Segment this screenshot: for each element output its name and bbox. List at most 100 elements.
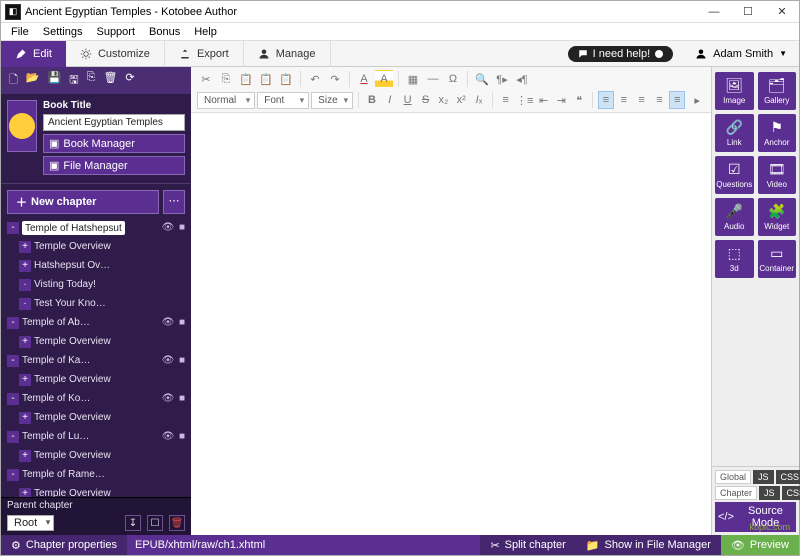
menu-settings[interactable]: Settings <box>37 26 89 38</box>
chapter-chip[interactable]: Chapter <box>715 486 757 500</box>
minimize-button[interactable]: — <box>697 1 731 23</box>
font-select[interactable]: Font <box>257 92 309 109</box>
number-list-button[interactable]: ≡ <box>498 91 514 109</box>
subscript-button[interactable]: x₂ <box>435 91 451 109</box>
save-as-icon[interactable]: 🖫 <box>69 71 78 90</box>
strike-button[interactable]: S <box>418 91 434 109</box>
chapter-row[interactable]: +Temple Overview <box>3 446 189 465</box>
parent-chapter-select[interactable]: Root <box>7 515 54 531</box>
expand-icon[interactable]: + <box>19 450 31 462</box>
editor-canvas[interactable] <box>191 113 711 535</box>
source-mode-button[interactable]: </>Source Mode <box>715 502 796 532</box>
new-chapter-button[interactable]: ＋New chapter <box>7 190 159 214</box>
expand-icon[interactable]: + <box>19 336 31 348</box>
global-chip[interactable]: Global <box>715 470 751 484</box>
align-full-button[interactable]: ≡ <box>669 91 685 109</box>
paste-icon[interactable]: 📋 <box>237 70 255 88</box>
tab-edit[interactable]: Edit <box>1 41 66 67</box>
expand-icon[interactable]: - <box>7 469 19 481</box>
sidebar-delete[interactable]: 🗑 <box>169 515 185 531</box>
sidebar-action-1[interactable]: ↧ <box>125 515 141 531</box>
menu-file[interactable]: File <box>5 26 35 38</box>
italic-button[interactable]: I <box>382 91 398 109</box>
insert-gallery-button[interactable]: 🗂Gallery <box>758 72 797 110</box>
insert-3d-button[interactable]: ⬚3d <box>715 240 754 278</box>
table-icon[interactable]: ▦ <box>404 70 422 88</box>
find-icon[interactable]: 🔍 <box>473 70 491 88</box>
chapter-row[interactable]: +Temple Overview <box>3 237 189 256</box>
tab-manage[interactable]: Manage <box>244 41 331 67</box>
menu-support[interactable]: Support <box>90 26 141 38</box>
chapter-row[interactable]: -Temple of Luxor👁■ <box>3 427 189 446</box>
new-chapter-more-button[interactable]: ⋯ <box>163 190 185 214</box>
rtl-icon[interactable]: ◂¶ <box>513 70 531 88</box>
chapter-row[interactable]: -Temple of Karnak👁■ <box>3 351 189 370</box>
chapter-row[interactable]: +Temple Overview <box>3 484 189 497</box>
js-chip-chapter[interactable]: JS <box>759 486 780 500</box>
align-left-button[interactable]: ≡ <box>598 91 614 109</box>
tab-export[interactable]: Export <box>165 41 244 67</box>
open-folder-icon[interactable]: 📂 <box>26 71 40 90</box>
size-select[interactable]: Size <box>311 92 353 109</box>
eye-icon[interactable]: 👁 <box>161 431 175 442</box>
expand-icon[interactable]: · <box>19 279 31 291</box>
eye-icon[interactable]: 👁 <box>161 393 175 404</box>
chapter-properties-button[interactable]: ⚙Chapter properties <box>1 535 127 555</box>
expand-icon[interactable]: - <box>7 222 19 234</box>
insert-container-button[interactable]: ▭Container <box>758 240 797 278</box>
toolbar-more-button[interactable]: ▸ <box>689 91 705 109</box>
close-button[interactable]: ✕ <box>765 1 799 23</box>
css-chip[interactable]: CSS <box>776 470 800 484</box>
blockquote-button[interactable]: ❝ <box>571 91 587 109</box>
show-in-file-manager-button[interactable]: 📁Show in File Manager <box>576 535 721 555</box>
chapter-marker-icon[interactable]: ■ <box>175 431 189 442</box>
chapter-row[interactable]: +Hatshepsut Overview <box>3 256 189 275</box>
chapter-tree[interactable]: -Temple of Hatshepsut👁■+Temple Overview+… <box>1 218 191 497</box>
insert-image-button[interactable]: 🖼Image <box>715 72 754 110</box>
paste-plain-icon[interactable]: 📋 <box>257 70 275 88</box>
menu-help[interactable]: Help <box>188 26 223 38</box>
paste-word-icon[interactable]: 📋 <box>277 70 295 88</box>
eye-icon[interactable]: 👁 <box>161 222 175 233</box>
expand-icon[interactable]: · <box>19 298 31 310</box>
refresh-icon[interactable]: ⟳ <box>125 71 134 90</box>
special-char-icon[interactable]: Ω <box>444 70 462 88</box>
js-chip[interactable]: JS <box>753 470 774 484</box>
chapter-row[interactable]: ·Visting Today! <box>3 275 189 294</box>
cut-icon[interactable]: ✂ <box>197 70 215 88</box>
undo-icon[interactable]: ↶ <box>306 70 324 88</box>
menu-bonus[interactable]: Bonus <box>143 26 186 38</box>
file-manager-button[interactable]: ▣File Manager <box>43 156 185 175</box>
insert-anchor-button[interactable]: ⚑Anchor <box>758 114 797 152</box>
indent-button[interactable]: ⇥ <box>553 91 569 109</box>
maximize-button[interactable]: ☐ <box>731 1 765 23</box>
chapter-row[interactable]: +Temple Overview <box>3 370 189 389</box>
expand-icon[interactable]: - <box>7 393 19 405</box>
ltr-icon[interactable]: ¶▸ <box>493 70 511 88</box>
chapter-row[interactable]: +Temple Overview <box>3 332 189 351</box>
insert-audio-button[interactable]: 🎤Audio <box>715 198 754 236</box>
book-cover[interactable] <box>7 100 37 152</box>
book-manager-button[interactable]: ▣Book Manager <box>43 134 185 153</box>
bg-color-icon[interactable]: A <box>375 70 393 88</box>
tab-customize[interactable]: Customize <box>66 41 165 67</box>
eye-icon[interactable]: 👁 <box>161 355 175 366</box>
book-title-input[interactable] <box>43 114 185 131</box>
chapter-row[interactable]: +Temple Overview <box>3 408 189 427</box>
bold-button[interactable]: B <box>364 91 380 109</box>
new-file-icon[interactable]: 🗋 <box>9 71 18 90</box>
chapter-marker-icon[interactable]: ■ <box>175 355 189 366</box>
style-select[interactable]: Normal <box>197 92 255 109</box>
clear-format-button[interactable]: Iₓ <box>471 91 487 109</box>
chapter-row[interactable]: -Temple of Abu Simbel👁■ <box>3 313 189 332</box>
sidebar-action-2[interactable]: ☐ <box>147 515 163 531</box>
expand-icon[interactable]: - <box>7 355 19 367</box>
expand-icon[interactable]: + <box>19 488 31 498</box>
align-justify-button[interactable]: ≡ <box>652 91 668 109</box>
expand-icon[interactable]: + <box>19 241 31 253</box>
expand-icon[interactable]: + <box>19 412 31 424</box>
chapter-row[interactable]: -Temple of Hatshepsut👁■ <box>3 218 189 237</box>
align-center-button[interactable]: ≡ <box>616 91 632 109</box>
expand-icon[interactable]: - <box>7 317 19 329</box>
copy-icon[interactable]: ⎘ <box>217 70 235 88</box>
